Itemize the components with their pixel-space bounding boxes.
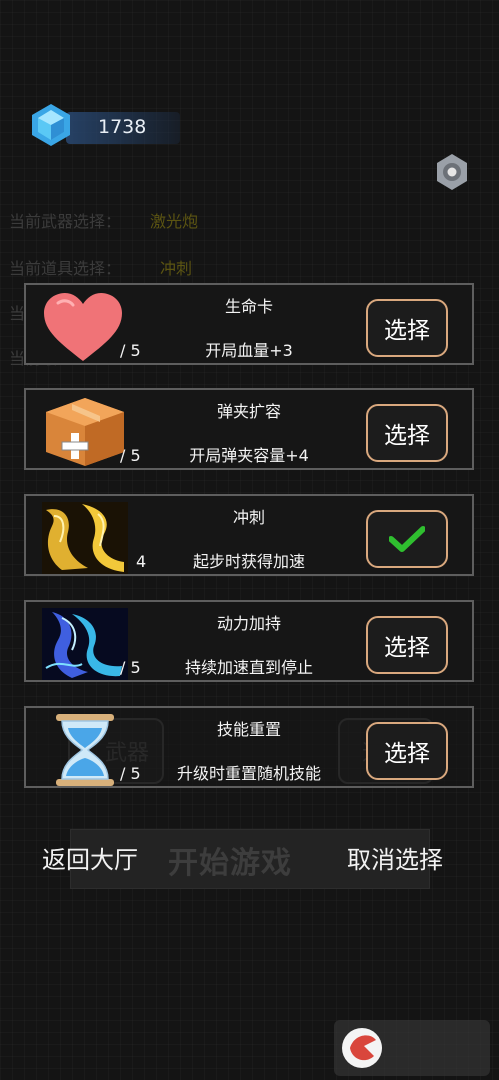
skill-card-magazine: 弹夹扩容 开局弹夹容量+4 / 5 选择	[24, 388, 474, 470]
select-button[interactable]: 选择	[366, 722, 448, 780]
skill-card-dash: 冲刺 起步时获得加速 4	[24, 494, 474, 576]
diamond-icon	[32, 104, 70, 146]
currency-amount: 1738	[98, 116, 147, 138]
skill-card-boost: 动力加持 持续加速直到停止 / 5 选择	[24, 600, 474, 682]
selected-button[interactable]	[366, 510, 448, 568]
cancel-selection-button[interactable]: 取消选择	[347, 840, 443, 875]
check-icon	[389, 526, 425, 552]
item-label: 当前道具选择：	[9, 259, 122, 278]
card-level: / 5	[120, 446, 141, 465]
card-level: 4	[136, 552, 147, 571]
card-level: / 5	[120, 764, 141, 783]
skill-card-reset: 技能重置 升级时重置随机技能 / 5 选择	[24, 706, 474, 788]
weapon-label: 当前武器选择：	[9, 212, 122, 231]
gear-icon[interactable]	[433, 153, 471, 191]
back-to-lobby-button[interactable]: 返回大厅	[42, 840, 138, 875]
start-game-label: 开始游戏	[168, 846, 292, 881]
card-level: / 5	[120, 341, 141, 360]
weapon-value: 激光炮	[150, 212, 199, 231]
select-button[interactable]: 选择	[366, 404, 448, 462]
select-button[interactable]: 选择	[366, 299, 448, 357]
select-button[interactable]: 选择	[366, 616, 448, 674]
skill-card-life: 生命卡 开局血量+3 / 5 选择	[24, 283, 474, 365]
watermark-logo	[334, 1018, 490, 1076]
card-level: / 5	[120, 658, 141, 677]
item-value: 冲刺	[160, 259, 193, 278]
